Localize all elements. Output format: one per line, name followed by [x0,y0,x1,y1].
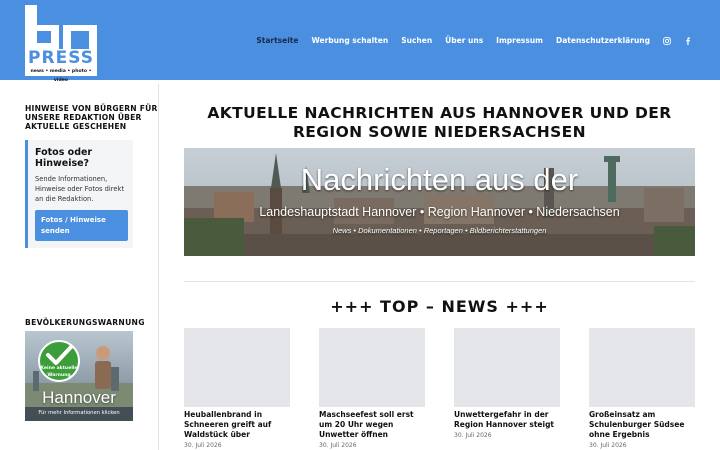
news-card-date: 30. Juli 2026 [319,442,357,449]
news-card-image[interactable] [454,328,560,407]
warning-heading: BEVÖLKERUNGSWARNUNG [25,318,145,327]
tip-box-title: Fotos oder Hinweise? [35,147,93,169]
tips-heading: HINWEISE VON BÜRGERN FÜR UNSERE REDAKTIO… [25,104,158,131]
news-card-date: 30. Juli 2026 [184,442,222,449]
top-news-heading: +++ TOP – NEWS +++ [330,297,549,316]
nav-werbung[interactable]: Werbung schalten [311,36,388,45]
warning-city: Hannover [42,388,116,407]
news-card-image[interactable] [589,328,695,407]
news-card-title[interactable]: Maschseefest soll erst um 20 Uhr wegen U… [319,410,425,440]
page-title: AKTUELLE NACHRICHTEN AUS HANNOVER UND DE… [207,104,672,141]
site-logo[interactable]: PRESS news • media • photo • video [25,5,97,83]
banner-headline: Nachrichten aus der [300,162,579,197]
sidebar-divider [158,84,159,450]
nav-suchen[interactable]: Suchen [401,36,432,45]
site-header: PRESS news • media • photo • video Start… [0,0,720,83]
nav-datenschutz[interactable]: Datenschutzerklärung [556,36,650,45]
news-card[interactable]: Großeinsatz am Schulenburger Südsee ohne… [589,328,695,449]
section-divider [184,281,695,282]
logo-word: PRESS [25,49,97,67]
logo-mark-icon [25,5,97,49]
news-card-date: 30. Juli 2026 [589,442,627,449]
nav-startseite[interactable]: Startseite [256,36,298,45]
warning-badge-line1: Keine aktuelle [40,366,78,371]
news-card-title[interactable]: Großeinsatz am Schulenburger Südsee ohne… [589,410,695,440]
news-card-title[interactable]: Heuballenbrand in Schneeren greift auf W… [184,410,290,440]
news-card[interactable]: Heuballenbrand in Schneeren greift auf W… [184,328,290,449]
nav-ueber-uns[interactable]: Über uns [445,36,483,45]
nav-impressum[interactable]: Impressum [496,36,543,45]
news-card-title[interactable]: Unwettergefahr in der Region Hannover st… [454,410,560,430]
facebook-icon[interactable] [684,36,692,45]
news-card-image[interactable] [184,328,290,407]
logo-tagline: news • media • photo • video [25,67,97,83]
instagram-icon[interactable] [663,36,671,45]
main-nav: Startseite Werbung schalten Suchen Über … [256,36,692,45]
banner-tagline: News • Dokumentationen • Reportagen • Bi… [332,226,547,235]
tip-box-text: Sende Informationen, Hinweise oder Fotos… [35,175,124,203]
warning-badge-line2: Warnung [47,373,71,378]
warning-footer: Für mehr Informationen klicken [38,410,120,416]
send-tips-button[interactable]: Fotos / Hinweise senden [35,210,128,241]
news-card[interactable]: Unwettergefahr in der Region Hannover st… [454,328,560,439]
hero-banner: Nachrichten aus der Landeshauptstadt Han… [184,148,695,256]
news-card-date: 30. Juli 2026 [454,432,492,439]
news-card-image[interactable] [319,328,425,407]
warning-widget[interactable]: Keine aktuelle Warnung Hannover Für mehr… [25,331,133,421]
banner-subline: Landeshauptstadt Hannover • Region Hanno… [259,205,620,219]
tip-box: Fotos oder Hinweise? Sende Informationen… [25,140,133,248]
news-card[interactable]: Maschseefest soll erst um 20 Uhr wegen U… [319,328,425,449]
